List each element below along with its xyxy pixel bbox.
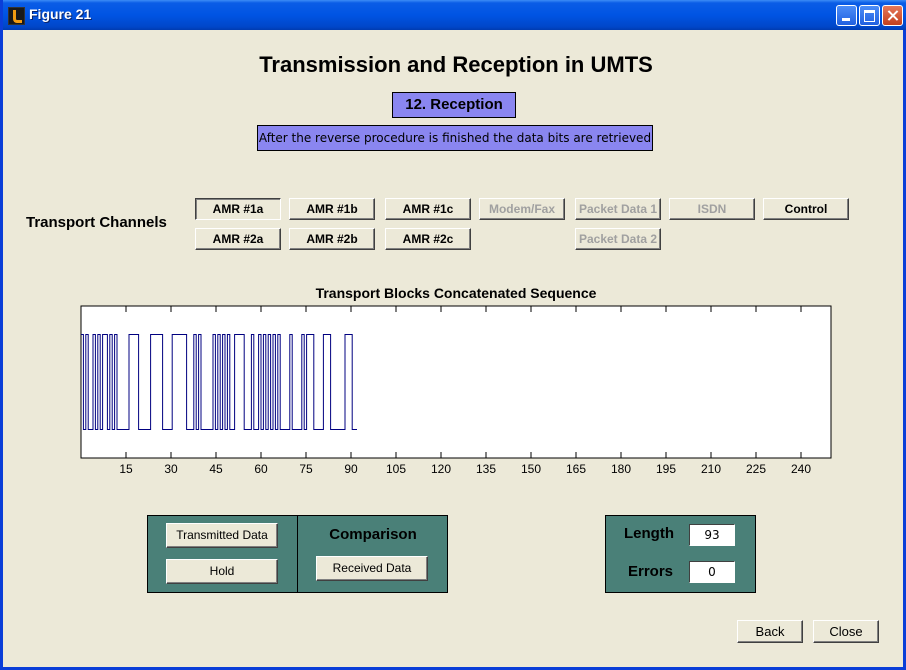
- comparison-panel: Transmitted Data Hold Comparison Receive…: [147, 515, 448, 593]
- sequence-plot: 15 30 45 60 75 90 105 120 135 150 165 180 195 210 225 2…: [80, 305, 832, 476]
- x-tick-label: 195: [656, 462, 676, 476]
- close-button[interactable]: Close: [813, 620, 879, 643]
- x-tick-label: 180: [611, 462, 631, 476]
- x-tick-label: 90: [344, 462, 358, 476]
- stats-panel: Length 93 Errors 0: [605, 515, 756, 593]
- x-tick-label: 60: [254, 462, 268, 476]
- x-tick-label: 225: [746, 462, 766, 476]
- length-label: Length: [624, 525, 674, 542]
- comparison-label: Comparison: [329, 526, 417, 543]
- errors-field[interactable]: 0: [689, 561, 735, 583]
- received-data-button[interactable]: Received Data: [316, 556, 428, 581]
- back-button[interactable]: Back: [737, 620, 803, 643]
- hold-button[interactable]: Hold: [166, 559, 278, 584]
- x-tick-label: 240: [791, 462, 811, 476]
- transmitted-data-button[interactable]: Transmitted Data: [166, 523, 278, 548]
- x-tick-label: 135: [476, 462, 496, 476]
- x-tick-label: 150: [521, 462, 541, 476]
- errors-label: Errors: [628, 563, 674, 580]
- figure-window: Figure 21 Transmission and Reception in …: [0, 0, 906, 670]
- x-tick-label: 30: [164, 462, 178, 476]
- x-tick-label: 75: [299, 462, 313, 476]
- x-tick-label: 45: [209, 462, 223, 476]
- x-tick-label: 210: [701, 462, 721, 476]
- x-tick-label: 15: [119, 462, 133, 476]
- x-tick-label: 120: [431, 462, 451, 476]
- x-tick-label: 165: [566, 462, 586, 476]
- length-field[interactable]: 93: [689, 524, 735, 546]
- x-tick-label: 105: [386, 462, 406, 476]
